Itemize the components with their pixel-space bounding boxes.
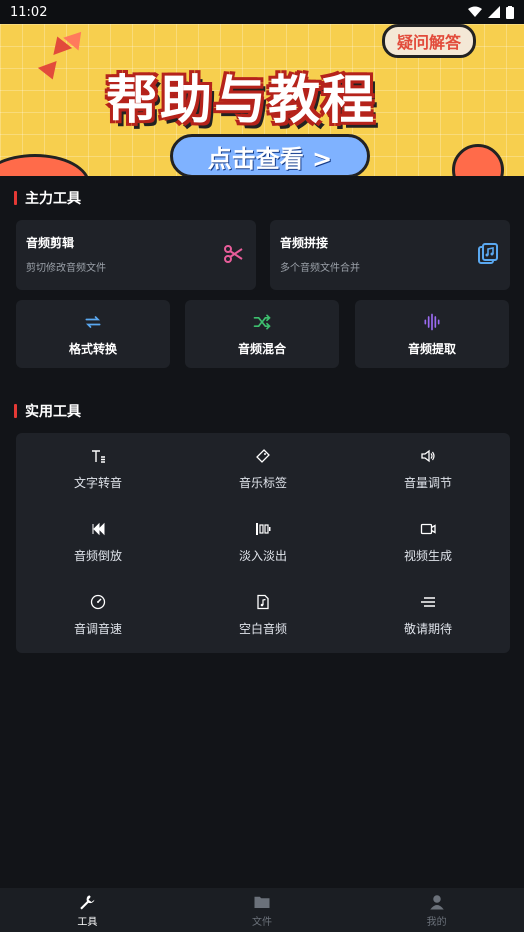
tool-pitch-speed[interactable]: 音调音速: [16, 579, 180, 651]
nav-files[interactable]: 文件: [175, 888, 350, 932]
music-file-icon: [257, 594, 269, 609]
section-title-util: 实用工具: [25, 404, 81, 420]
audio-join-title: 音频拼接: [280, 236, 329, 250]
format-convert-label: 格式转换: [68, 341, 117, 356]
nav-tools[interactable]: 工具: [0, 888, 175, 932]
tool-label: 视频生成: [403, 548, 452, 563]
banner-title: 帮助与教程: [106, 71, 377, 131]
tool-volume-adjust[interactable]: 音量调节: [346, 433, 510, 505]
faq-bubble[interactable]: 疑问解答: [381, 24, 476, 58]
audio-join-card[interactable]: 音频拼接 多个音频文件合并: [270, 220, 510, 290]
tool-audio-reverse[interactable]: 音频倒放: [16, 506, 180, 578]
audio-extract-card[interactable]: 音频提取: [355, 300, 509, 368]
audio-edit-card[interactable]: 音频剪辑 剪切修改音频文件: [16, 220, 256, 290]
nav-me[interactable]: 我的: [349, 888, 524, 932]
folder-icon: [254, 896, 270, 908]
tool-label: 音频倒放: [73, 548, 122, 563]
wrench-icon: [80, 894, 95, 909]
gauge-icon: [90, 594, 106, 609]
audio-join-desc: 多个音频文件合并: [280, 263, 360, 274]
nav-files-label: 文件: [252, 916, 272, 928]
tool-label: 音调音速: [73, 621, 122, 636]
fade-bars-icon: [256, 522, 271, 535]
rewind-icon: [92, 522, 105, 535]
status-bar: 11:02: [0, 0, 524, 24]
tool-coming-soon[interactable]: 敬请期待: [346, 579, 510, 651]
video-icon: [420, 523, 436, 534]
scissors-icon: [224, 245, 243, 263]
text-icon: [92, 449, 105, 463]
waveform-icon: [424, 313, 440, 330]
signal-icon: [488, 6, 500, 18]
audio-mix-label: 音频混合: [237, 341, 286, 356]
help-tutorial-banner[interactable]: 疑问解答 帮助与教程 点击查看 >: [0, 24, 524, 176]
tool-blank-audio[interactable]: 空白音频: [181, 579, 345, 651]
section-accent-bar: [14, 191, 17, 205]
section-util-tools: 实用工具: [14, 401, 81, 421]
tool-text-to-speech[interactable]: 文字转音: [16, 433, 180, 505]
music-files-icon: [478, 243, 498, 264]
shuffle-icon: [253, 314, 271, 329]
tool-label: 淡入淡出: [238, 548, 287, 563]
audio-edit-title: 音频剪辑: [26, 236, 75, 250]
wifi-icon: [468, 6, 482, 17]
user-icon: [429, 894, 444, 909]
nav-tools-label: 工具: [77, 916, 98, 928]
tool-label: 音量调节: [403, 475, 452, 490]
status-time: 11:02: [10, 4, 48, 20]
nav-me-label: 我的: [426, 916, 447, 928]
audio-extract-label: 音频提取: [407, 341, 456, 356]
view-now-button[interactable]: 点击查看 >: [170, 134, 370, 176]
tool-music-tag[interactable]: 音乐标签: [181, 433, 345, 505]
convert-arrows-icon: [85, 315, 101, 328]
format-convert-card[interactable]: 格式转换: [16, 300, 170, 368]
audio-edit-desc: 剪切修改音频文件: [26, 263, 106, 274]
battery-icon: [506, 5, 514, 19]
volume-icon: [421, 449, 435, 462]
menu-lines-icon: [421, 596, 435, 607]
section-accent-bar: [14, 404, 17, 418]
audio-mix-card[interactable]: 音频混合: [185, 300, 339, 368]
status-icons: [468, 5, 514, 19]
tool-label: 文字转音: [73, 475, 122, 490]
section-main-tools: 主力工具: [14, 188, 81, 208]
tool-label: 空白音频: [238, 621, 287, 636]
tool-fade[interactable]: 淡入淡出: [181, 506, 345, 578]
tool-label: 敬请期待: [403, 621, 452, 636]
tag-icon: [256, 448, 270, 463]
section-title-main: 主力工具: [25, 191, 81, 207]
utility-tools-panel: 文字转音 音乐标签 音量调节 音频倒放 淡入淡出 视频生成 音调音速 空白音频 …: [16, 433, 510, 653]
tool-label: 音乐标签: [238, 475, 287, 490]
tool-video-generate[interactable]: 视频生成: [346, 506, 510, 578]
bottom-nav: 工具 文件 我的: [0, 888, 524, 932]
